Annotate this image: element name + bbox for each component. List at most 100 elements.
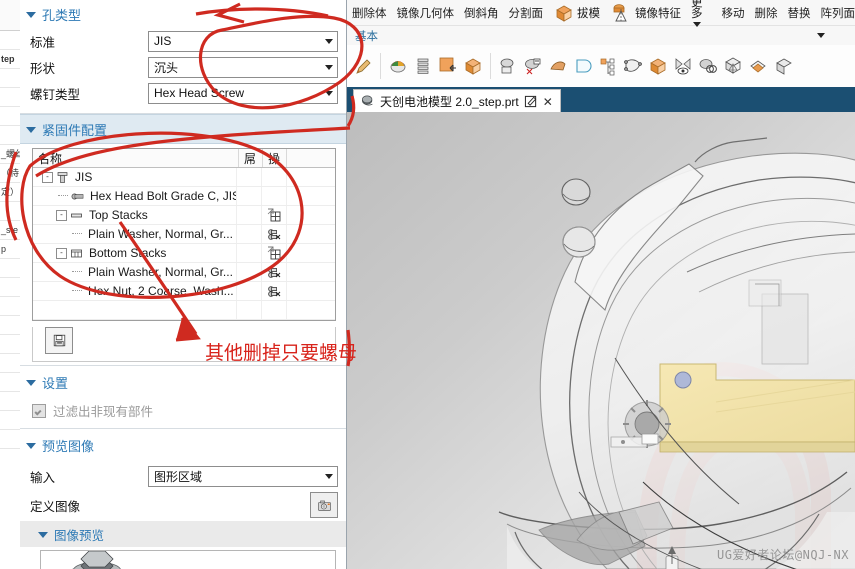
navigator-row[interactable]: tep xyxy=(0,50,20,69)
navigator-row[interactable] xyxy=(0,430,20,449)
replace-face-icon[interactable] xyxy=(571,54,595,78)
tree-cell-action[interactable] xyxy=(262,263,287,281)
navigator-row[interactable] xyxy=(0,373,20,392)
table-row[interactable]: Hex Nut, 2 Coarse, Wash... xyxy=(33,282,335,301)
extrude-icon[interactable] xyxy=(646,54,670,78)
more-faces-icon[interactable] xyxy=(771,54,795,78)
navigator-row[interactable] xyxy=(0,126,20,145)
dropdown-preview-input[interactable]: 图形区域 xyxy=(148,465,338,487)
navigator-row[interactable] xyxy=(0,316,20,335)
solid-body-icon[interactable] xyxy=(461,54,485,78)
remove-part-icon[interactable] xyxy=(267,265,281,279)
tree-expander-toggle[interactable]: - xyxy=(56,209,67,221)
tree-cell-action[interactable] xyxy=(262,301,287,319)
navigator-row[interactable] xyxy=(0,107,20,126)
offset-region-icon[interactable] xyxy=(496,54,520,78)
ribbon-cmd-delete-body[interactable]: 删除体 xyxy=(347,5,392,21)
dropdown-screw-type[interactable]: Hex Head Screw xyxy=(148,82,338,104)
shell-icon[interactable] xyxy=(721,54,745,78)
tree-item-label: Plain Washer, Normal, Gr... xyxy=(88,227,233,241)
ribbon-group-label[interactable]: 基本 xyxy=(355,28,378,44)
remove-part-icon[interactable] xyxy=(267,284,281,298)
resize-face-icon[interactable] xyxy=(521,54,545,78)
tree-cell-action[interactable] xyxy=(262,282,287,300)
dropdown-standard[interactable]: JIS xyxy=(148,30,338,52)
pattern-face-icon[interactable] xyxy=(596,54,620,78)
document-tab[interactable]: 天创电池模型 2.0_step.prt ✕ xyxy=(353,89,561,113)
ribbon-cmd-divide-face[interactable]: 分割面 xyxy=(504,5,549,21)
tree-cell-action[interactable] xyxy=(262,187,287,205)
navigator-row[interactable] xyxy=(0,297,20,316)
ribbon-cmd-move[interactable]: 移动 xyxy=(717,5,750,21)
ribbon-cmd-delete[interactable]: 删除 xyxy=(750,5,783,21)
fastener-tree[interactable]: 名称 屌 操 - JIS Hex Head Bolt Grade C, JIS - To… xyxy=(32,148,336,321)
capture-image-button[interactable] xyxy=(310,492,338,518)
navigator-row[interactable] xyxy=(0,354,20,373)
tree-expander-toggle[interactable]: - xyxy=(56,247,67,259)
graphics-viewport[interactable]: UG爱好者论坛@NQJ-NX xyxy=(347,112,855,569)
tree-cell-action[interactable] xyxy=(262,225,287,243)
secondary-icon-toolbar xyxy=(347,45,855,88)
ribbon-cmd-draft[interactable]: 拔模 xyxy=(548,3,606,23)
draft-face-icon[interactable] xyxy=(546,54,570,78)
table-row[interactable]: - JIS xyxy=(33,168,335,187)
ribbon-cmd-mirror-feature[interactable]: 镜像特征 xyxy=(606,3,687,23)
navigator-row[interactable]: （待 xyxy=(0,164,20,183)
ribbon-cmd-chamfer[interactable]: 倒斜角 xyxy=(459,5,504,21)
mirror-feature-icon xyxy=(613,3,627,22)
navigator-row[interactable] xyxy=(0,278,20,297)
move-face-icon[interactable] xyxy=(436,54,460,78)
navigator-row[interactable] xyxy=(0,335,20,354)
tree-expander-toggle[interactable]: - xyxy=(42,171,53,183)
ribbon-cmd-replace[interactable]: 替换 xyxy=(783,5,816,21)
add-stack-icon[interactable] xyxy=(267,246,281,260)
table-row[interactable]: Plain Washer, Normal, Gr... xyxy=(33,225,335,244)
table-row[interactable]: - Top Stacks xyxy=(33,206,335,225)
add-stack-icon[interactable] xyxy=(267,208,281,222)
tree-cell-action[interactable] xyxy=(262,244,287,262)
remove-part-icon[interactable] xyxy=(267,227,281,241)
dropdown-shape[interactable]: 沉头 xyxy=(148,56,338,78)
navigator-row[interactable]: _ste xyxy=(0,221,20,240)
navigator-row[interactable] xyxy=(0,411,20,430)
chevron-down-icon xyxy=(325,90,333,96)
assembly-navigator-strip[interactable]: tep _螺丝（待定） _step xyxy=(0,0,21,569)
navigator-row[interactable]: p xyxy=(0,240,20,259)
thread-icon[interactable] xyxy=(411,54,435,78)
ribbon-cmd-mirror-geometry[interactable]: 镜像几何体 xyxy=(392,5,460,21)
tree-cell-action[interactable] xyxy=(262,206,287,224)
section-hole-type[interactable]: 孔类型 xyxy=(20,0,346,28)
chevron-down-icon[interactable] xyxy=(817,33,825,38)
ribbon-more-button[interactable]: 更多 xyxy=(687,0,707,27)
table-row[interactable] xyxy=(33,301,335,320)
mirror-icon[interactable] xyxy=(671,54,695,78)
navigator-row[interactable] xyxy=(0,202,20,221)
sew-icon[interactable] xyxy=(621,54,645,78)
section-fastener-config[interactable]: 紧固件配置 xyxy=(20,114,346,144)
tree-cell-action[interactable] xyxy=(262,168,287,186)
hole-dialog-panel: 孔类型 标准 JIS 形状 沉头 螺钉类型 Hex Head Screw 紧固件… xyxy=(20,0,347,569)
section-preview-image[interactable]: 预览图像 xyxy=(20,429,346,459)
checkbox-filter-existing-parts[interactable]: 过滤出非现有部件 xyxy=(20,396,346,425)
edit-icon[interactable] xyxy=(524,95,538,108)
offset-icon[interactable] xyxy=(746,54,770,78)
navigator-row[interactable]: _螺丝 xyxy=(0,145,20,164)
dropdown-screw-type-value: Hex Head Screw xyxy=(154,86,245,100)
navigator-row[interactable] xyxy=(0,259,20,278)
navigator-row[interactable] xyxy=(0,88,20,107)
ribbon-cmd-pattern-face[interactable]: 阵列面 xyxy=(816,5,855,21)
navigator-row[interactable] xyxy=(0,31,20,50)
navigator-row[interactable] xyxy=(0,392,20,411)
paintbrush-icon[interactable] xyxy=(351,54,375,78)
close-icon[interactable]: ✕ xyxy=(543,95,553,109)
save-configuration-button[interactable] xyxy=(45,327,73,354)
paint-bucket-icon[interactable] xyxy=(386,54,410,78)
table-row[interactable]: Plain Washer, Normal, Gr... xyxy=(33,263,335,282)
delete-face-icon[interactable] xyxy=(696,54,720,78)
section-settings[interactable]: 设置 xyxy=(20,366,346,396)
navigator-row[interactable] xyxy=(0,69,20,88)
navigator-row[interactable]: 定） xyxy=(0,183,20,202)
section-image-preview[interactable]: 图像预览 xyxy=(20,521,346,547)
table-row[interactable]: Hex Head Bolt Grade C, JIS xyxy=(33,187,335,206)
table-row[interactable]: - Bottom Stacks xyxy=(33,244,335,263)
